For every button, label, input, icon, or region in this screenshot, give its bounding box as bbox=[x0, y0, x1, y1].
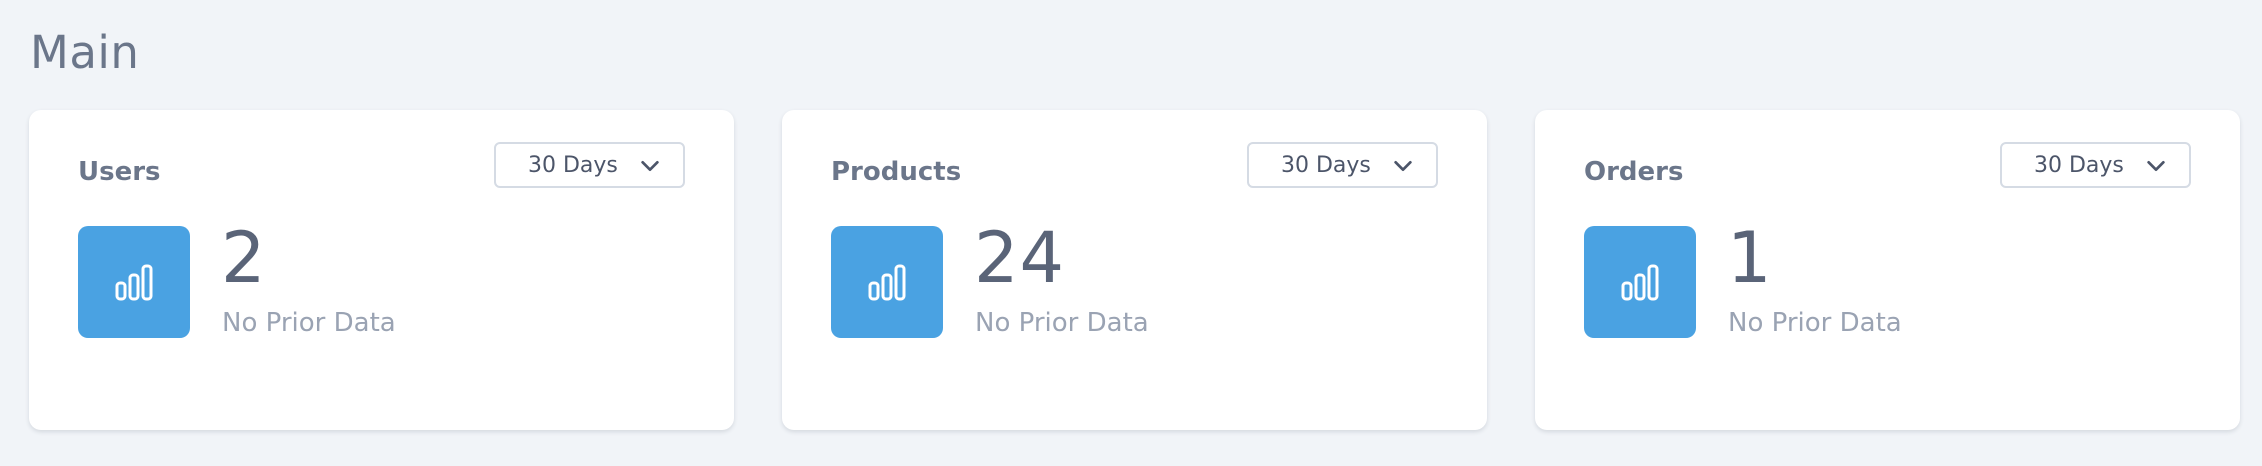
bar-chart-icon-tile bbox=[831, 226, 943, 338]
metric-value: 24 bbox=[974, 217, 1066, 299]
chevron-down-icon bbox=[1394, 160, 1412, 172]
range-select[interactable]: 30 Days bbox=[2000, 142, 2191, 188]
bar-chart-icon bbox=[115, 264, 153, 301]
bar-chart-icon bbox=[1621, 264, 1659, 301]
metric-card-products: Products 30 Days 24 No Prior Data bbox=[782, 110, 1487, 430]
card-title: Users bbox=[78, 157, 161, 187]
metric-card-orders: Orders 30 Days 1 No Prior Data bbox=[1535, 110, 2240, 430]
chevron-down-icon bbox=[641, 160, 659, 172]
bar-chart-icon-tile bbox=[1584, 226, 1696, 338]
range-select-value: 30 Days bbox=[528, 152, 618, 178]
chevron-down-icon bbox=[2147, 160, 2165, 172]
metric-value: 1 bbox=[1727, 217, 1773, 299]
metric-cards: Users 30 Days 2 No Prior Data Products 3… bbox=[29, 110, 2240, 430]
page-title: Main bbox=[30, 26, 140, 79]
bar-chart-icon bbox=[868, 264, 906, 301]
metric-note: No Prior Data bbox=[975, 308, 1149, 338]
range-select[interactable]: 30 Days bbox=[494, 142, 685, 188]
card-title: Orders bbox=[1584, 157, 1684, 187]
range-select[interactable]: 30 Days bbox=[1247, 142, 1438, 188]
metric-card-users: Users 30 Days 2 No Prior Data bbox=[29, 110, 734, 430]
bar-chart-icon-tile bbox=[78, 226, 190, 338]
card-title: Products bbox=[831, 157, 962, 187]
metric-value: 2 bbox=[221, 217, 267, 299]
metric-note: No Prior Data bbox=[222, 308, 396, 338]
metric-note: No Prior Data bbox=[1728, 308, 1902, 338]
range-select-value: 30 Days bbox=[2034, 152, 2124, 178]
range-select-value: 30 Days bbox=[1281, 152, 1371, 178]
